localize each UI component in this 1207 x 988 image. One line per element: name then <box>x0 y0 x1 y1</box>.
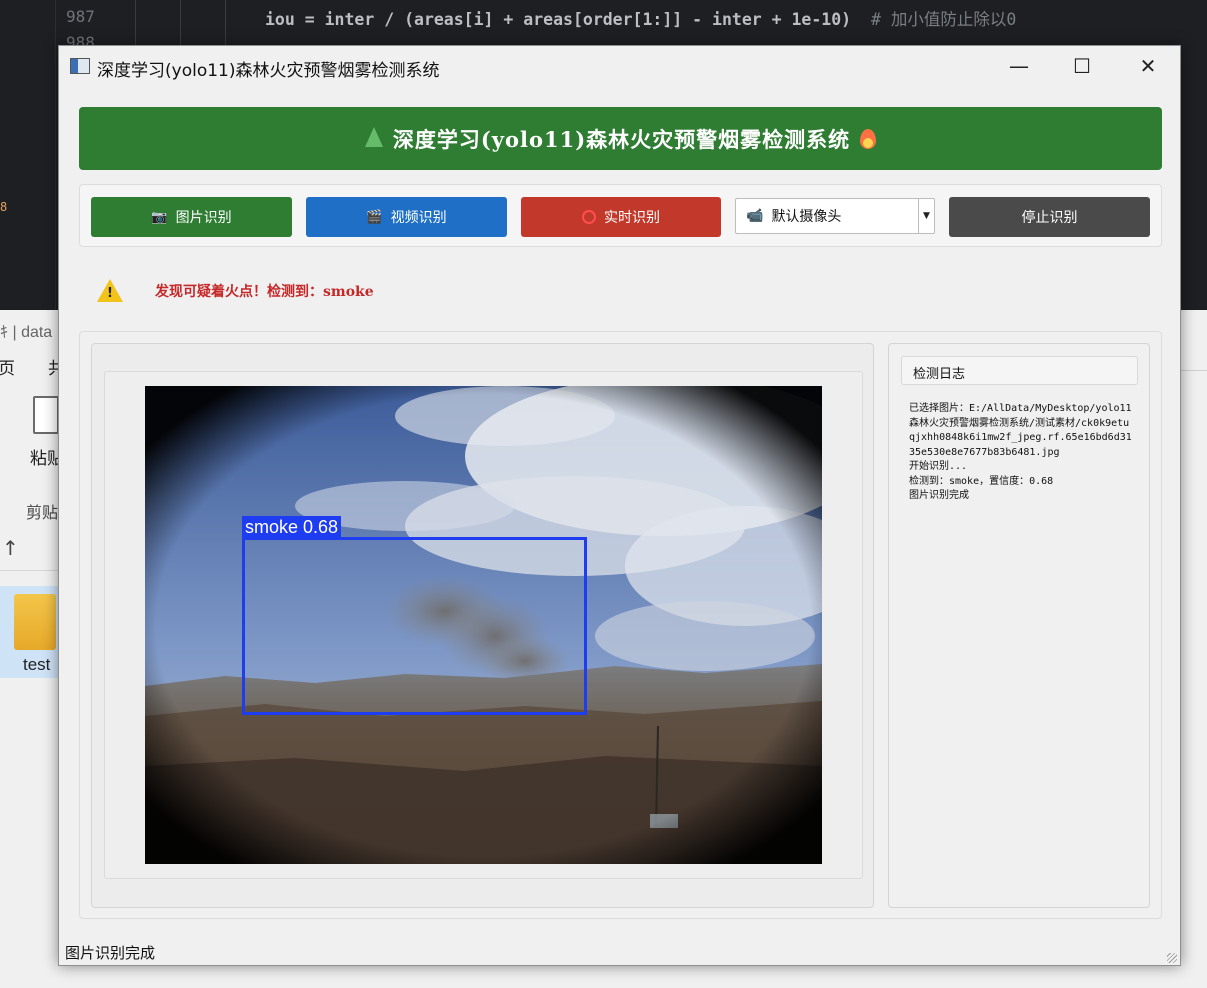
control-toolbar: 📷 图片识别 🎬 视频识别 实时识别 📹 默认摄像头 ▼ 停止识别 <box>79 184 1162 247</box>
maximize-button[interactable]: ☐ <box>1050 46 1114 86</box>
close-button[interactable]: ✕ <box>1116 46 1180 86</box>
divider <box>0 570 60 571</box>
arrow-up-icon[interactable]: ↑ <box>2 536 19 560</box>
alert-message: 发现可疑着火点！检测到：smoke <box>155 284 374 300</box>
code-text: iou = inter / (areas[i] + areas[order[1:… <box>265 10 852 29</box>
status-text: 图片识别完成 <box>65 944 156 962</box>
image-detect-button[interactable]: 📷 图片识别 <box>91 197 292 237</box>
resize-grip-icon[interactable] <box>1167 953 1177 963</box>
header-banner: 深度学习(yolo11)森林火灾预警烟雾检测系统 <box>79 107 1162 170</box>
code-comment: # 加小值防止除以0 <box>870 10 1017 29</box>
content-area: smoke 0.68 检测日志 已选择图片：E:/AllData/MyDeskt… <box>79 331 1162 919</box>
record-icon <box>582 210 596 224</box>
folder-icon[interactable] <box>14 594 56 650</box>
detection-label: smoke 0.68 <box>242 516 342 538</box>
camera-select[interactable]: 📹 默认摄像头 ▼ <box>735 198 935 234</box>
webcam-icon: 📹 <box>746 208 764 224</box>
divider <box>1180 370 1207 371</box>
log-panel: 检测日志 已选择图片：E:/AllData/MyDesktop/yolo11森林… <box>888 343 1150 908</box>
banner-title: 深度学习(yolo11)森林火灾预警烟雾检测系统 <box>392 126 851 152</box>
code-line[interactable]: iou = inter / (areas[i] + areas[order[1:… <box>265 6 1016 30</box>
clapperboard-icon: 🎬 <box>366 209 383 225</box>
log-line: 已选择图片：E:/AllData/MyDesktop/yolo11森林火灾预警烟… <box>909 403 1132 458</box>
detection-bounding-box <box>242 537 587 715</box>
image-detect-label: 图片识别 <box>175 210 232 226</box>
chevron-down-icon[interactable]: ▼ <box>918 199 934 233</box>
stop-detect-button[interactable]: 停止识别 <box>949 197 1150 237</box>
margin-marker: 8 <box>0 200 8 214</box>
live-detect-button[interactable]: 实时识别 <box>521 197 721 237</box>
line-number: 987 <box>66 7 95 26</box>
status-bar: 图片识别完成 <box>59 939 1180 966</box>
title-bar[interactable]: 深度学习(yolo11)森林火灾预警烟雾检测系统 — ☐ ✕ <box>59 46 1180 86</box>
log-line: 图片识别完成 <box>909 490 969 501</box>
camera-select-value: 默认摄像头 <box>771 209 842 225</box>
clipboard-icon[interactable] <box>33 396 59 434</box>
tree-icon <box>364 126 383 147</box>
warning-icon-mark: ! <box>107 286 113 301</box>
live-detect-label: 实时识别 <box>604 210 660 226</box>
address-path: data <box>21 324 53 341</box>
image-panel: smoke 0.68 <box>91 343 874 908</box>
detection-image: smoke 0.68 <box>145 386 822 864</box>
video-detect-button[interactable]: 🎬 视频识别 <box>306 197 507 237</box>
app-icon <box>70 58 90 74</box>
editor-gutter <box>0 0 56 310</box>
camera-icon: 📷 <box>151 209 168 225</box>
minimize-button[interactable]: — <box>987 46 1051 86</box>
ribbon-tab-home[interactable]: 页 <box>0 354 15 379</box>
video-detect-label: 视频识别 <box>390 210 447 226</box>
log-line: 检测到：smoke，置信度：0.68 <box>909 475 1054 487</box>
alert-bar: ! 发现可疑着火点！检测到：smoke <box>79 261 1162 321</box>
clipboard-group-label: 剪贴 <box>26 505 59 522</box>
app-window: 深度学习(yolo11)森林火灾预警烟雾检测系统 — ☐ ✕ 深度学习(yolo… <box>58 45 1181 966</box>
log-text-area[interactable]: 已选择图片：E:/AllData/MyDesktop/yolo11森林火灾预警烟… <box>909 402 1134 504</box>
log-title: 检测日志 <box>901 356 1138 385</box>
address-bar[interactable]: ｷ | data <box>0 318 52 344</box>
stop-detect-label: 停止识别 <box>1021 210 1078 226</box>
fire-icon <box>860 128 877 149</box>
window-title: 深度学习(yolo11)森林火灾预警烟雾检测系统 <box>97 61 440 81</box>
log-line: 开始识别... <box>909 461 968 472</box>
folder-label[interactable]: test <box>23 655 50 675</box>
image-frame: smoke 0.68 <box>104 371 863 879</box>
